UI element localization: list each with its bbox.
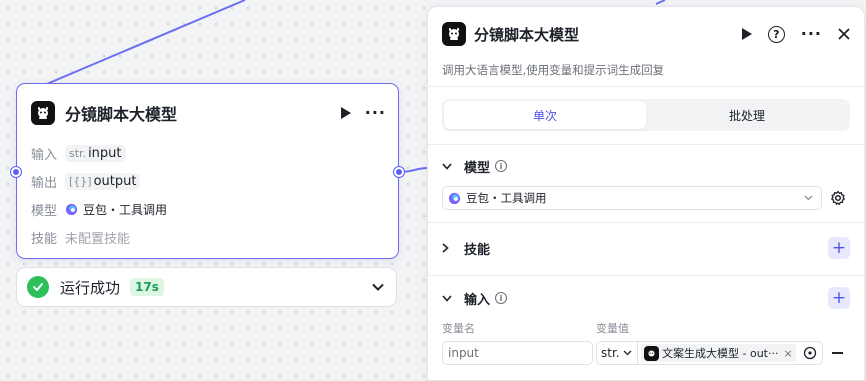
divider [428, 275, 864, 276]
more-icon[interactable]: ··· [365, 105, 386, 121]
variable-type-select[interactable]: str. [596, 341, 638, 365]
close-icon[interactable] [838, 28, 850, 40]
node-title: 分镜脚本大模型 [65, 105, 178, 124]
divider [428, 222, 864, 223]
llm-node-card[interactable]: 分镜脚本大模型 ··· 输入 str. input 输出 [{}] output… [16, 83, 399, 259]
input-tag: str. input [65, 145, 126, 162]
remove-reference-icon[interactable]: × [783, 347, 792, 360]
row-label: 输出 [31, 176, 58, 191]
section-title: 模型 [464, 160, 491, 176]
run-status-bar[interactable]: 运行成功 17s [16, 267, 397, 307]
selected-model: 豆包・工具调用 [466, 191, 547, 205]
doubao-icon [65, 203, 78, 216]
remove-variable-icon[interactable] [832, 352, 843, 354]
doubao-icon [448, 192, 461, 204]
node-model-row: 模型 豆包・工具调用 [31, 200, 167, 219]
gear-icon[interactable] [830, 190, 846, 206]
output-port[interactable] [394, 167, 404, 177]
row-label: 输入 [31, 148, 58, 163]
robot-logo-icon [31, 101, 55, 125]
add-input-button[interactable]: + [828, 287, 850, 309]
robot-logo-icon [644, 345, 659, 361]
section-title: 输入 [464, 292, 491, 308]
help-icon[interactable]: ? [767, 25, 785, 43]
chevron-right-icon[interactable] [442, 243, 458, 253]
chevron-down-icon[interactable] [442, 162, 458, 170]
input-port[interactable] [11, 167, 21, 177]
target-icon[interactable] [803, 346, 817, 360]
divider [428, 144, 864, 145]
panel-description: 调用大语言模型,使用变量和提示词生成回复 [442, 63, 665, 77]
reference-chip[interactable]: 文案生成大模型 - out··· × [641, 344, 796, 362]
edge-incoming [41, 0, 246, 87]
column-label-value: 变量值 [596, 322, 629, 335]
type-prefix: [{}] [69, 175, 92, 188]
check-circle-icon [27, 276, 49, 298]
skills-section-header[interactable]: 技能 + [442, 236, 850, 260]
model-name: 豆包・工具调用 [83, 203, 168, 217]
chevron-down-icon [804, 195, 813, 201]
tag-value: input [88, 146, 122, 161]
node-skills-row: 技能 未配置技能 [31, 228, 130, 247]
tab-single[interactable]: 单次 [444, 101, 646, 129]
panel-title: 分镜脚本大模型 [474, 25, 580, 44]
tag-value: output [93, 174, 137, 189]
info-icon[interactable]: i [495, 292, 508, 304]
chevron-down-icon[interactable] [372, 283, 384, 291]
play-icon[interactable] [340, 107, 351, 119]
duration-badge: 17s [130, 278, 164, 296]
skills-value: 未配置技能 [65, 232, 131, 247]
robot-logo-icon [442, 22, 466, 46]
reference-text: 文案生成大模型 - out··· [662, 347, 779, 360]
model-section-header[interactable]: 模型 i [442, 154, 850, 178]
node-config-panel: 分镜脚本大模型 ? ··· 调用大语言模型,使用变量和提示词生成回复 单次 批处… [427, 6, 865, 381]
input-section-header[interactable]: 输入 i + [442, 286, 850, 310]
variable-reference-field[interactable]: 文案生成大模型 - out··· × [638, 341, 823, 365]
node-input-row: 输入 str. input [31, 144, 126, 163]
panel-header: 分镜脚本大模型 ? ··· [442, 21, 850, 47]
model-select[interactable]: 豆包・工具调用 [442, 186, 822, 210]
run-mode-tabs: 单次 批处理 [442, 99, 850, 131]
add-skill-button[interactable]: + [828, 237, 850, 259]
play-icon[interactable] [741, 28, 752, 40]
type-value: str. [601, 346, 620, 360]
divider [428, 86, 864, 87]
more-icon[interactable]: ··· [801, 26, 822, 42]
type-prefix: str. [69, 147, 87, 160]
row-label: 技能 [31, 232, 58, 247]
chevron-down-icon [623, 350, 632, 356]
run-status-text: 运行成功 [60, 278, 121, 297]
output-tag: [{}] output [65, 173, 141, 190]
column-label-name: 变量名 [442, 322, 475, 335]
edge-top-right [655, 0, 666, 5]
node-output-row: 输出 [{}] output [31, 172, 141, 191]
variable-name-input[interactable]: input [442, 341, 593, 365]
chevron-down-icon[interactable] [442, 294, 458, 302]
info-icon[interactable]: i [495, 160, 508, 172]
node-header: 分镜脚本大模型 ··· [31, 100, 386, 126]
tab-batch[interactable]: 批处理 [646, 101, 848, 129]
section-title: 技能 [464, 242, 491, 258]
row-label: 模型 [31, 204, 58, 219]
